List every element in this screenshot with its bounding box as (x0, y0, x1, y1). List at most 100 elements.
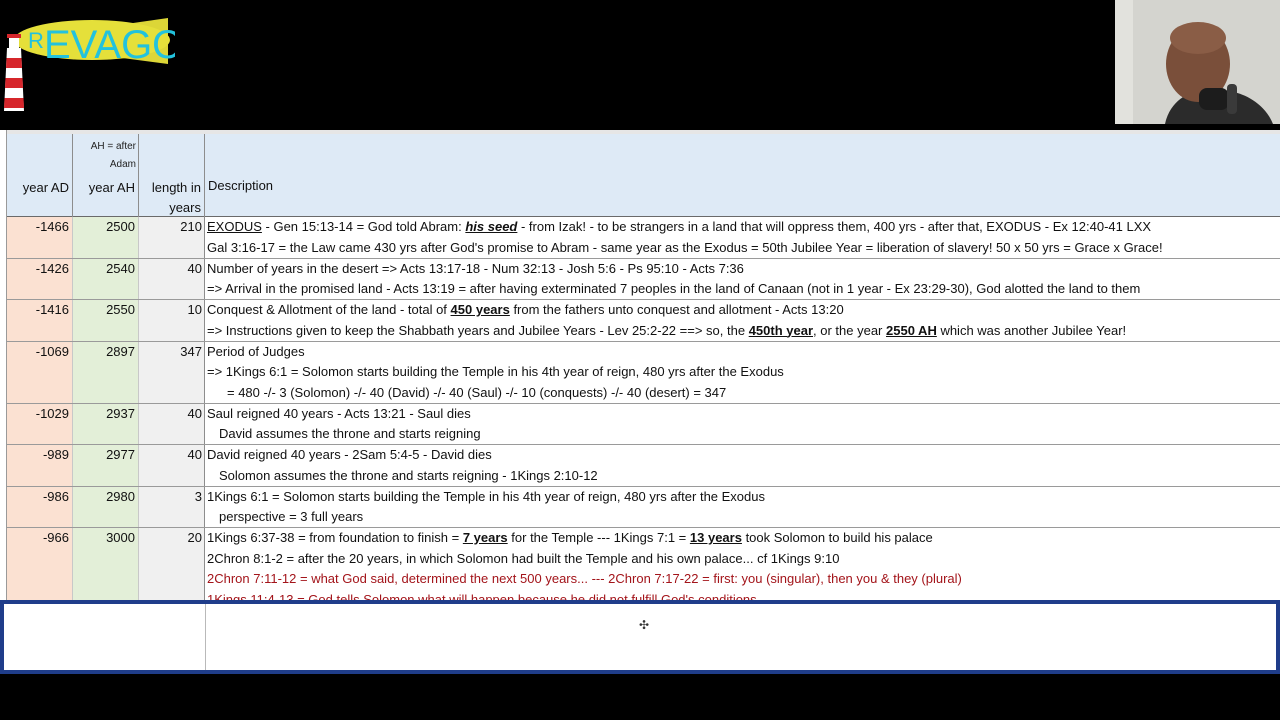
text-segment: Period of Judges (207, 343, 305, 359)
cell-description[interactable]: Saul reigned 40 years - Acts 13:21 - Sau… (205, 404, 1280, 445)
cell-year-ah[interactable]: 2550 (73, 300, 139, 341)
cell-year-ad[interactable]: -986 (7, 486, 73, 527)
cell-year-ah[interactable]: 2980 (73, 486, 139, 527)
text-segment: Solomon assumes the throne and starts re… (219, 467, 598, 483)
header-year-ad-label: year AD (22, 180, 69, 195)
text-segment: David assumes the throne and starts reig… (219, 426, 481, 441)
move-cursor-icon: ✣ (638, 618, 650, 632)
header-length[interactable]: length in years (139, 134, 205, 217)
description-line: David reigned 40 years - 2Sam 5:4-5 - Da… (207, 445, 1280, 466)
table-row[interactable]: -986 2980 3 1Kings 6:1 = Solomon starts bui… (7, 486, 1280, 528)
cell-description[interactable]: EXODUS - Gen 15:13-14 = God told Abram: … (205, 217, 1280, 258)
cell-description[interactable]: David reigned 40 years - 2Sam 5:4-5 - Da… (205, 445, 1280, 486)
cell-length[interactable]: 10 (139, 300, 205, 341)
webcam-video (1115, 0, 1280, 124)
text-segment: Saul reigned 40 years - Acts 13:21 - Sau… (207, 405, 471, 421)
text-segment: , or the year (813, 322, 886, 338)
cell-length[interactable]: 40 (139, 445, 205, 486)
table-row[interactable]: -966 3000 20 1Kings 6:37-38 = from foundati… (7, 528, 1280, 602)
text-segment: 1Kings 6:1 = Solomon starts building the… (207, 488, 765, 504)
cell-year-ah[interactable]: 2937 (73, 403, 139, 444)
cell-description[interactable]: 1Kings 6:37-38 = from foundation to fini… (205, 528, 1280, 602)
description-line: => Instructions given to keep the Shabba… (207, 321, 1280, 342)
cell-year-ah[interactable]: 2897 (73, 341, 139, 403)
cell-year-ad[interactable]: -1416 (7, 300, 73, 341)
cell-year-ad[interactable]: -1466 (7, 217, 73, 258)
cell-year-ad[interactable]: -966 (7, 528, 73, 602)
top-banner: R EVAGO (0, 0, 1280, 130)
header-year-ah[interactable]: AH = after Adam year AH (73, 134, 139, 217)
row-gutter (0, 130, 7, 602)
text-segment: 2550 AH (886, 322, 937, 338)
description-line: 2Chron 8:1-2 = after the 20 years, in wh… (207, 549, 1280, 570)
text-segment: => Instructions given to keep the Shabba… (207, 322, 749, 338)
description-line: 2Chron 7:11-12 = what God said, determin… (207, 569, 1280, 590)
table-row[interactable]: -1466 2500 210 EXODUS - Gen 15:13-14 = God … (7, 217, 1280, 259)
cell-description[interactable]: Conquest & Allotment of the land - total… (205, 300, 1280, 341)
cell-description[interactable]: 1Kings 6:1 = Solomon starts building the… (205, 487, 1280, 528)
text-segment: perspective = 3 full years (219, 509, 364, 524)
text-segment: for the Temple --- 1Kings 7:1 = (507, 530, 690, 545)
table-body: -1466 2500 210 EXODUS - Gen 15:13-14 = God … (7, 217, 1280, 602)
text-segment: - Gen 15:13-14 = God told Abram: (261, 219, 466, 234)
cell-description[interactable]: Number of years in the desert => Acts 13… (205, 259, 1280, 300)
table-row[interactable]: -1069 2897 347 Period of Judges => 1Kings 6:… (7, 341, 1280, 404)
table-row[interactable]: -989 2977 40 David reigned 40 years - 2Sam … (7, 445, 1280, 487)
description-line: Number of years in the desert => Acts 13… (207, 259, 1280, 280)
cell-length[interactable]: 210 (139, 217, 205, 258)
description-line: perspective = 3 full years (207, 507, 1280, 528)
text-segment: 450 years (450, 302, 510, 317)
logo-text: EVAGO (44, 23, 175, 67)
cell-year-ad[interactable]: -1426 (7, 258, 73, 299)
header-description-label: Description (208, 178, 274, 193)
bottom-bar (0, 674, 1280, 720)
cell-year-ad[interactable]: -1029 (7, 403, 73, 444)
text-segment: 450th year (748, 322, 814, 338)
header-length-line2: years (169, 200, 201, 215)
text-segment: from the fathers unto conquest and allot… (509, 302, 844, 317)
header-year-ad[interactable]: year AD (7, 134, 73, 217)
text-segment: 1Kings 6:37-38 = from foundation to fini… (207, 530, 463, 545)
description-line: Solomon assumes the throne and starts re… (207, 466, 1280, 487)
header-description[interactable]: Description (205, 134, 1280, 217)
header-length-label: length in years (152, 178, 201, 218)
header-year-ah-label: year AH (88, 180, 135, 195)
cell-year-ah[interactable]: 3000 (73, 528, 139, 602)
cell-length[interactable]: 20 (139, 528, 205, 602)
text-segment: which was another Jubilee Year! (936, 322, 1127, 338)
text-segment: 7 years (462, 530, 508, 545)
cell-length[interactable]: 40 (139, 258, 205, 299)
cell-year-ad[interactable]: -1069 (7, 341, 73, 403)
text-segment: his seed (465, 219, 518, 234)
description-line: Gal 3:16-17 = the Law came 430 yrs after… (207, 238, 1280, 259)
description-line: David assumes the throne and starts reig… (207, 424, 1280, 445)
table-row[interactable]: -1029 2937 40 Saul reigned 40 years - Acts … (7, 403, 1280, 445)
cell-length[interactable]: 3 (139, 486, 205, 527)
selected-cell[interactable] (0, 600, 1280, 674)
cell-year-ah[interactable]: 2540 (73, 258, 139, 299)
text-segment: Number of years in the desert => Acts 13… (207, 260, 744, 276)
text-segment: => 1Kings 6:1 = Solomon starts building … (207, 364, 784, 379)
description-line: = 480 -/- 3 (Solomon) -/- 40 (David) -/-… (207, 383, 1280, 404)
cell-length[interactable]: 347 (139, 341, 205, 403)
text-segment: took Solomon to build his palace (741, 530, 933, 545)
cell-length[interactable]: 40 (139, 403, 205, 444)
description-line: 1Kings 6:37-38 = from foundation to fini… (207, 528, 1280, 549)
cell-description[interactable]: Period of Judges => 1Kings 6:1 = Solomon … (205, 342, 1280, 403)
cell-year-ad[interactable]: -989 (7, 445, 73, 486)
description-line: => Arrival in the promised land - Acts 1… (207, 279, 1280, 300)
description-line: EXODUS - Gen 15:13-14 = God told Abram: … (207, 217, 1280, 238)
spreadsheet[interactable]: year AD AH = after Adam year AH length i… (0, 130, 1280, 602)
text-segment: 13 years (689, 530, 742, 545)
logo-text-small: R (28, 28, 44, 53)
cell-year-ah[interactable]: 2500 (73, 217, 139, 258)
header-note: AH = after Adam (90, 141, 136, 170)
header-row: year AD AH = after Adam year AH length i… (7, 130, 1280, 217)
description-line: Conquest & Allotment of the land - total… (207, 300, 1280, 321)
text-segment: => Arrival in the promised land - Acts 1… (207, 281, 1141, 296)
cell-year-ah[interactable]: 2977 (73, 445, 139, 486)
table-row[interactable]: -1416 2550 10 Conquest & Allotment of the l… (7, 300, 1280, 342)
description-line: => 1Kings 6:1 = Solomon starts building … (207, 362, 1280, 383)
table-row[interactable]: -1426 2540 40 Number of years in the desert… (7, 258, 1280, 300)
cell-divider (205, 604, 206, 670)
